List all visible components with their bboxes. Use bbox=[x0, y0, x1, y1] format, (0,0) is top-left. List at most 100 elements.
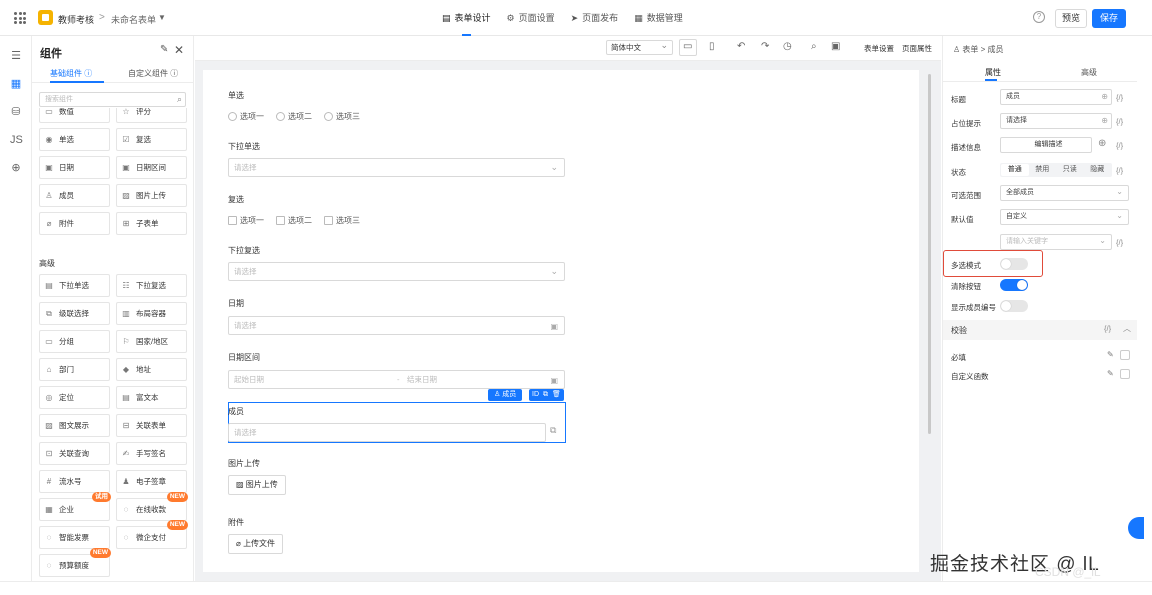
show-id-toggle[interactable] bbox=[1000, 300, 1028, 312]
component-radio[interactable]: ◉ 单选 bbox=[39, 128, 110, 151]
component-date-range[interactable]: ▣ 日期区间 bbox=[116, 156, 187, 179]
tab-data-management[interactable]: ▦ 数据管理 bbox=[634, 0, 683, 36]
checkbox-option[interactable]: 选项二 bbox=[276, 215, 312, 226]
history-icon[interactable]: ◷ bbox=[783, 41, 792, 52]
close-icon[interactable]: ✕ bbox=[174, 43, 184, 57]
floating-assistant-button[interactable] bbox=[1128, 517, 1144, 539]
edit-icon[interactable]: ✎ bbox=[1107, 369, 1114, 378]
date-range-picker[interactable]: 起始日期 - 结束日期 ▣ bbox=[228, 370, 565, 389]
component-dropdown-multi[interactable]: ☷ 下拉复选 bbox=[116, 274, 187, 297]
radio-option[interactable]: 选项三 bbox=[324, 111, 360, 122]
form-dropdown-icon[interactable]: ▼ bbox=[158, 13, 166, 22]
globe-icon[interactable]: ⊕ bbox=[1098, 138, 1106, 149]
component-address[interactable]: ◆ 地址 bbox=[116, 358, 187, 381]
globe-icon[interactable]: ⊕ bbox=[1101, 114, 1108, 128]
title-input[interactable]: 成员 ⊕ bbox=[1000, 89, 1112, 105]
clear-button-toggle[interactable] bbox=[1000, 279, 1028, 291]
member-picker-icon[interactable]: ⧉ bbox=[550, 425, 556, 436]
component-subform[interactable]: ⊞ 子表单 bbox=[116, 212, 187, 235]
tab-basic-components[interactable]: 基础组件 ⓘ bbox=[50, 68, 92, 79]
checkbox-option[interactable]: 选项一 bbox=[228, 215, 264, 226]
component-dropdown-single[interactable]: ▤ 下拉单选 bbox=[39, 274, 110, 297]
component-layout[interactable]: ▥ 布局容器 bbox=[116, 302, 187, 325]
redo-icon[interactable]: ↷ bbox=[761, 41, 769, 52]
formula-icon[interactable]: {/} bbox=[1116, 238, 1123, 247]
outline-icon[interactable]: ☰ bbox=[10, 50, 22, 62]
validation-section[interactable]: 校验 {/} ︿ bbox=[943, 320, 1137, 340]
app-grid-icon[interactable] bbox=[14, 12, 26, 24]
components-icon[interactable]: ▦ bbox=[10, 78, 22, 90]
component-rich-text[interactable]: ▤ 富文本 bbox=[116, 386, 187, 409]
code-icon[interactable]: JS bbox=[10, 134, 23, 146]
component-smart-invoice[interactable]: ◌ 智能发票 bbox=[39, 526, 110, 549]
form-name[interactable]: 未命名表单 bbox=[111, 13, 156, 26]
tab-page-settings[interactable]: ⚙ 页面设置 bbox=[507, 0, 555, 36]
id-toggle[interactable]: ID bbox=[532, 389, 539, 401]
formula-icon[interactable]: {/} bbox=[1116, 166, 1123, 175]
component-search[interactable]: ⌕ bbox=[39, 92, 186, 107]
member-select[interactable]: 请选择 bbox=[228, 423, 546, 442]
checkbox-option[interactable]: 选项三 bbox=[324, 215, 360, 226]
globe-icon[interactable]: ⊕ bbox=[10, 162, 22, 174]
form-settings-button[interactable]: 表单设置 bbox=[864, 43, 894, 54]
attachment-upload-button[interactable]: ⌀ 上传文件 bbox=[228, 534, 284, 554]
edit-icon[interactable]: ✎ bbox=[1107, 350, 1114, 359]
component-rating[interactable]: ☆ 评分 bbox=[116, 108, 187, 123]
component-cascade[interactable]: ⧉ 级联选择 bbox=[39, 302, 110, 325]
keyword-select[interactable]: 请输入关键字 ⌄ bbox=[1000, 234, 1112, 250]
scope-select[interactable]: 全部成员 ⌄ bbox=[1000, 185, 1129, 201]
component-related-form[interactable]: ⊟ 关联表单 bbox=[116, 414, 187, 437]
page-props-button[interactable]: 页面属性 bbox=[902, 43, 932, 54]
language-select[interactable]: 简体中文 bbox=[606, 39, 673, 55]
component-enterprise[interactable]: ▦ 企业 试用 bbox=[39, 492, 111, 521]
state-hidden[interactable]: 隐藏 bbox=[1084, 164, 1112, 176]
state-readonly[interactable]: 只读 bbox=[1056, 164, 1084, 176]
zoom-icon[interactable]: ⌕ bbox=[811, 41, 817, 52]
component-online-payment[interactable]: ◌ 在线收款 NEW bbox=[116, 492, 188, 521]
help-icon[interactable]: ? bbox=[1033, 11, 1045, 23]
component-date[interactable]: ▣ 日期 bbox=[39, 156, 110, 179]
database-icon[interactable]: ⛁ bbox=[10, 106, 22, 118]
tab-advanced[interactable]: 高级 bbox=[1081, 67, 1097, 78]
preview-button[interactable]: 预览 bbox=[1055, 9, 1087, 28]
component-country[interactable]: ⚐ 国家/地区 bbox=[116, 330, 187, 353]
formula-icon[interactable]: {/} bbox=[1116, 93, 1123, 102]
formula-icon[interactable]: {/} bbox=[1116, 141, 1123, 150]
default-value-select[interactable]: 自定义 ⌄ bbox=[1000, 209, 1129, 225]
app-name[interactable]: 教师考核 bbox=[58, 13, 94, 26]
dropdown-single-select[interactable]: 请选择 ⌄ bbox=[228, 158, 565, 177]
placeholder-input[interactable]: 请选择 ⊕ bbox=[1000, 113, 1112, 129]
pin-icon[interactable]: ✎ bbox=[160, 44, 168, 55]
tab-page-publish[interactable]: ➤ 页面发布 bbox=[571, 0, 619, 36]
radio-option[interactable]: 选项一 bbox=[228, 111, 264, 122]
search-input[interactable] bbox=[40, 93, 160, 106]
globe-icon[interactable]: ⊕ bbox=[1101, 90, 1108, 104]
undo-icon[interactable]: ↶ bbox=[737, 41, 745, 52]
dropdown-multi-select[interactable]: 请选择 ⌄ bbox=[228, 262, 565, 281]
state-disabled[interactable]: 禁用 bbox=[1029, 164, 1057, 176]
copy-icon[interactable]: ⧉ bbox=[543, 389, 548, 401]
component-member[interactable]: ♙ 成员 bbox=[39, 184, 110, 207]
formula-icon[interactable]: {/} bbox=[1116, 117, 1123, 126]
formula-icon[interactable]: {/} bbox=[1104, 324, 1111, 333]
preview-icon[interactable]: ▣ bbox=[831, 41, 840, 52]
radio-option[interactable]: 选项二 bbox=[276, 111, 312, 122]
custom-function-checkbox[interactable] bbox=[1120, 369, 1130, 379]
component-group[interactable]: ▭ 分组 bbox=[39, 330, 110, 353]
component-enterprise-pay[interactable]: ◌ 微企支付 NEW bbox=[116, 520, 188, 549]
desktop-icon[interactable]: ▭ bbox=[683, 41, 692, 52]
component-serial-number[interactable]: # 流水号 bbox=[39, 470, 110, 493]
component-related-query[interactable]: ⊡ 关联查询 bbox=[39, 442, 110, 465]
canvas-scrollbar[interactable] bbox=[928, 74, 931, 434]
component-location[interactable]: ◎ 定位 bbox=[39, 386, 110, 409]
component-e-seal[interactable]: ♟ 电子签章 bbox=[116, 470, 187, 493]
tab-custom-components[interactable]: 自定义组件 ⓘ bbox=[128, 68, 178, 79]
chevron-up-icon[interactable]: ︿ bbox=[1123, 323, 1131, 334]
component-checkbox[interactable]: ☑ 复选 bbox=[116, 128, 187, 151]
delete-icon[interactable]: 🗑 bbox=[552, 389, 561, 401]
component-budget[interactable]: ◌ 预算额度 NEW bbox=[39, 548, 111, 577]
component-signature[interactable]: ✍ 手写签名 bbox=[116, 442, 187, 465]
date-picker[interactable]: 请选择 ▣ bbox=[228, 316, 565, 335]
component-number[interactable]: ▭ 数值 bbox=[39, 108, 110, 123]
component-image-upload[interactable]: ▨ 图片上传 bbox=[116, 184, 187, 207]
